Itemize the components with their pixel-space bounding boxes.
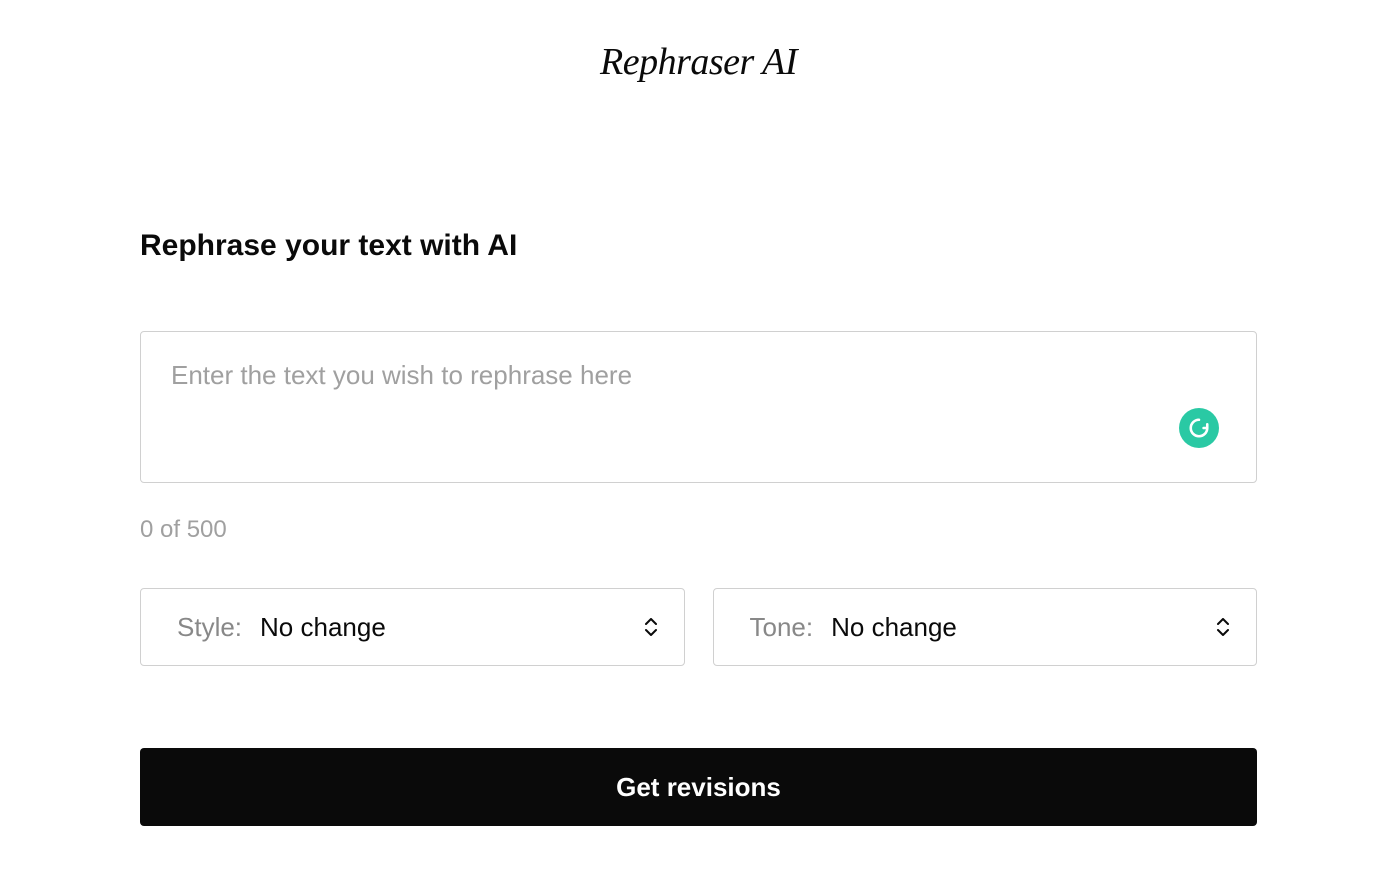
style-select[interactable]: Style: No change: [140, 588, 685, 666]
tone-select[interactable]: Tone: No change: [713, 588, 1258, 666]
get-revisions-button[interactable]: Get revisions: [140, 748, 1257, 826]
textarea-wrapper: [140, 331, 1257, 488]
page-heading: Rephrase your text with AI: [140, 229, 1257, 263]
grammarly-icon[interactable]: [1179, 408, 1219, 448]
chevron-updown-icon: [1216, 618, 1230, 636]
tone-select-value: No change: [831, 612, 957, 643]
selects-row: Style: No change Tone: No change: [140, 588, 1257, 666]
app-title: Rephraser AI: [140, 0, 1257, 84]
main-content: Rephrase your text with AI 0 of 500 Styl…: [140, 229, 1257, 826]
chevron-updown-icon: [644, 618, 658, 636]
style-select-label: Style:: [177, 612, 242, 643]
style-select-value: No change: [260, 612, 386, 643]
tone-select-label: Tone:: [750, 612, 814, 643]
character-count: 0 of 500: [140, 516, 1257, 544]
rephrase-input[interactable]: [140, 331, 1257, 483]
